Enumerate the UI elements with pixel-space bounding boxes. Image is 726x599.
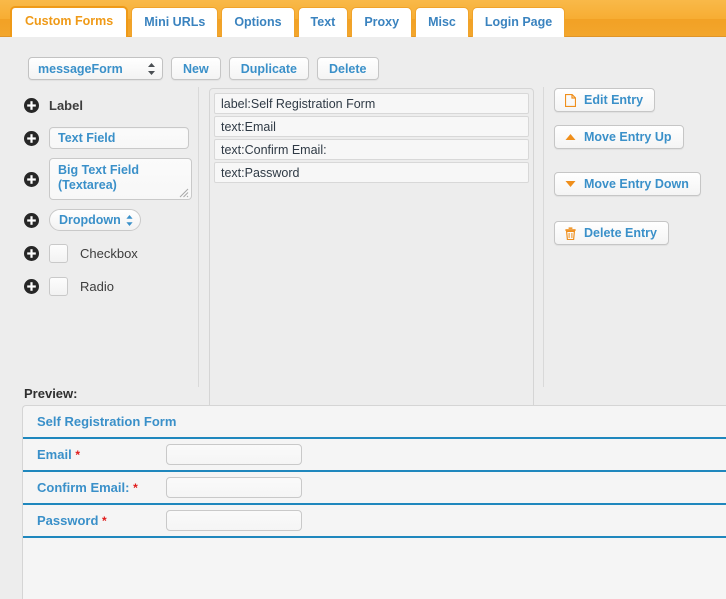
add-icon[interactable] [24,171,39,187]
table-row: Confirm Email: * [23,472,726,505]
page-body: messageForm New Duplicate Delete Label T… [0,37,726,599]
list-item-text: label:Self Registration Form [221,96,376,111]
tab-label: Misc [428,15,456,29]
resize-handle-icon[interactable] [178,187,189,198]
file-icon [564,93,577,107]
list-item[interactable]: label:Self Registration Form [214,93,529,114]
list-item[interactable]: text:Confirm Email: [214,139,529,160]
add-icon[interactable] [24,212,39,228]
move-entry-up-label: Move Entry Up [584,130,672,144]
triangle-up-icon [564,133,577,141]
tab-label: Mini URLs [144,15,206,29]
delete-button-label: Delete [328,61,367,76]
preview-confirm-email-input[interactable] [166,477,302,498]
duplicate-button-label: Duplicate [240,61,297,76]
move-entry-up-button[interactable]: Move Entry Up [554,125,684,149]
preview-password-input[interactable] [166,510,302,531]
tab-label: Options [234,15,282,29]
move-entry-down-label: Move Entry Down [584,177,689,191]
edit-entry-button[interactable]: Edit Entry [554,88,656,112]
preview-field-label-text: Email [37,447,72,462]
dropdown-preview[interactable]: Dropdown [49,209,141,231]
delete-entry-button[interactable]: Delete Entry [554,221,669,245]
new-button[interactable]: New [171,57,221,80]
text-field-preview-label: Text Field [58,131,116,145]
tab-custom-forms[interactable]: Custom Forms [10,6,129,37]
list-item-text: text:Email [221,119,276,134]
checkbox-preview[interactable] [49,243,68,263]
textarea-preview[interactable]: Big Text Field (Textarea) [49,158,192,200]
column-divider-left [198,87,199,387]
duplicate-button[interactable]: Duplicate [228,57,309,80]
tab-proxy[interactable]: Proxy [351,7,413,37]
preview-form-title-row: Self Registration Form [23,406,726,439]
palette-item-checkbox[interactable]: Checkbox [24,240,194,266]
tab-text[interactable]: Text [297,7,349,37]
preview-field-label-text: Password [37,513,99,528]
preview-field-label-text: Confirm Email: [37,480,130,495]
preview-form-title: Self Registration Form [37,414,177,429]
preview-empty-area [23,538,726,598]
radio-preview-label: Radio [80,278,114,294]
tab-label: Proxy [364,15,400,29]
column-divider-right [543,87,544,387]
list-item[interactable]: text:Email [214,116,529,137]
entries-list[interactable]: label:Self Registration Form text:Email … [209,88,534,424]
move-entry-down-button[interactable]: Move Entry Down [554,172,701,196]
delete-button[interactable]: Delete [316,57,379,80]
table-row: Password * [23,505,726,538]
add-icon[interactable] [24,278,39,294]
tab-label: Text [310,15,336,29]
palette-label-text: Label [49,97,83,113]
delete-entry-label: Delete Entry [584,226,657,240]
form-select[interactable]: messageForm [28,57,163,80]
chevron-updown-icon [125,214,133,227]
preview-heading: Preview: [24,386,78,401]
list-item[interactable]: text:Password [214,162,529,183]
tab-label: Custom Forms [25,14,114,28]
add-icon[interactable] [24,245,39,261]
palette-item-radio[interactable]: Radio [24,273,194,299]
tab-login-page[interactable]: Login Page [471,7,566,37]
add-icon[interactable] [24,130,39,146]
text-field-preview[interactable]: Text Field [49,127,189,149]
tab-misc[interactable]: Misc [415,7,469,37]
list-item-text: text:Password [221,165,300,180]
table-row: Email * [23,439,726,472]
palette-item-textarea[interactable]: Big Text Field (Textarea) [24,158,194,200]
field-palette: Label Text Field Big Text Field (Textare… [24,92,194,306]
tab-label: Login Page [484,15,553,29]
chevron-updown-icon [147,62,155,76]
new-button-label: New [183,61,209,76]
radio-preview[interactable] [49,276,68,296]
tab-list: Custom Forms Mini URLs Options Text Prox… [10,6,566,37]
form-toolbar: messageForm New Duplicate Delete [28,57,379,80]
dropdown-preview-label: Dropdown [59,213,121,227]
preview-field-label: Password * [23,513,166,528]
edit-entry-label: Edit Entry [584,93,644,107]
textarea-preview-label-line2: (Textarea) [58,178,117,192]
form-select-value: messageForm [38,61,123,76]
palette-item-dropdown[interactable]: Dropdown [24,207,194,233]
checkbox-preview-label: Checkbox [80,245,138,261]
required-marker: * [133,481,138,495]
form-preview: Self Registration Form Email * Confirm E… [22,405,726,599]
tab-bar: Custom Forms Mini URLs Options Text Prox… [0,0,726,37]
preview-email-input[interactable] [166,444,302,465]
textarea-preview-label-line1: Big Text Field [58,163,140,177]
list-item-text: text:Confirm Email: [221,142,327,157]
trash-icon [564,226,577,240]
triangle-down-icon [564,180,577,188]
required-marker: * [102,514,107,528]
tab-mini-urls[interactable]: Mini URLs [131,7,219,37]
palette-item-text-field[interactable]: Text Field [24,125,194,151]
tab-options[interactable]: Options [221,7,295,37]
preview-field-label: Confirm Email: * [23,480,166,495]
palette-item-label[interactable]: Label [24,92,194,118]
add-icon[interactable] [24,97,39,113]
required-marker: * [75,448,80,462]
preview-field-label: Email * [23,447,166,462]
